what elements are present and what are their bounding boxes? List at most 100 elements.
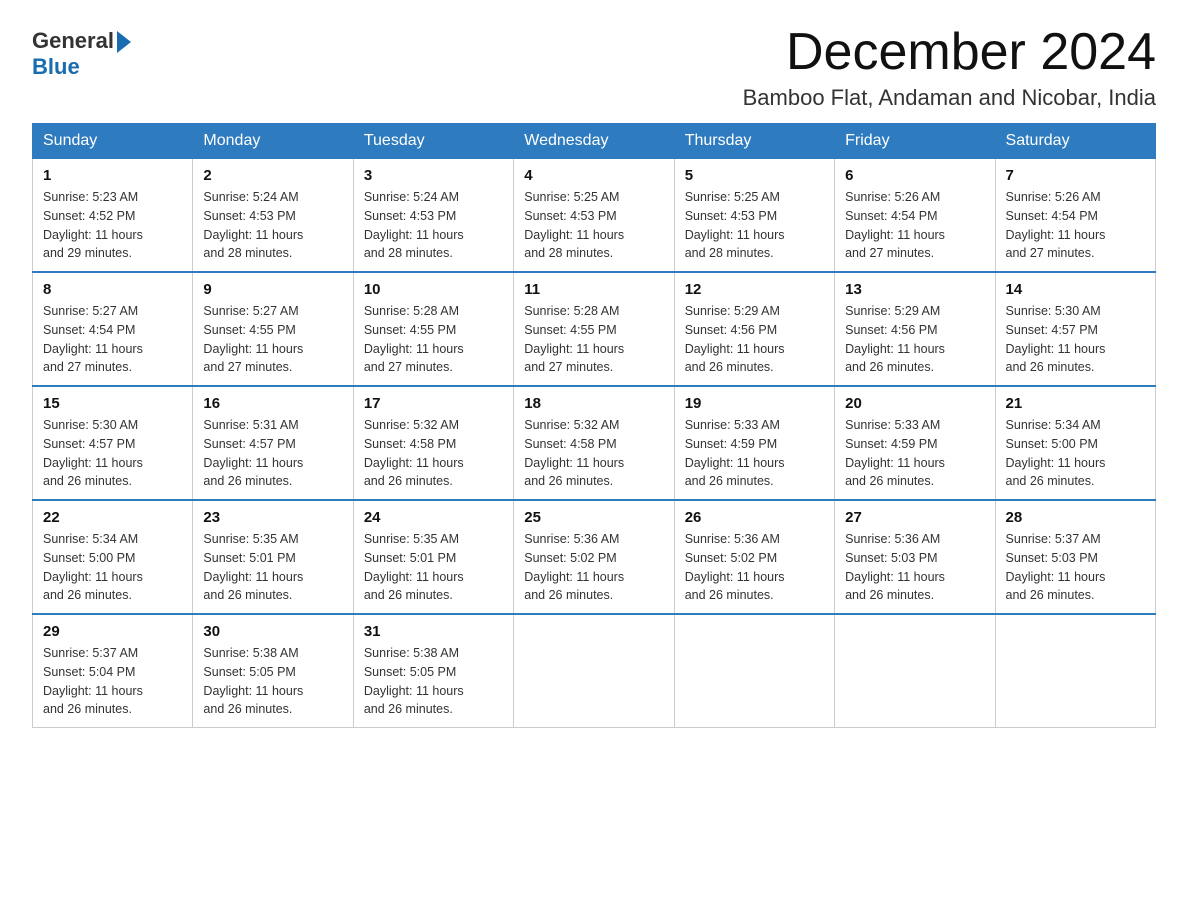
day-info: Sunrise: 5:35 AM Sunset: 5:01 PM Dayligh… <box>364 530 503 605</box>
day-number: 29 <box>43 623 182 640</box>
day-info: Sunrise: 5:29 AM Sunset: 4:56 PM Dayligh… <box>845 302 984 377</box>
calendar-week-row: 29 Sunrise: 5:37 AM Sunset: 5:04 PM Dayl… <box>33 614 1156 728</box>
table-row: 19 Sunrise: 5:33 AM Sunset: 4:59 PM Dayl… <box>674 386 834 500</box>
day-info: Sunrise: 5:28 AM Sunset: 4:55 PM Dayligh… <box>364 302 503 377</box>
day-number: 22 <box>43 509 182 526</box>
day-info: Sunrise: 5:28 AM Sunset: 4:55 PM Dayligh… <box>524 302 663 377</box>
col-wednesday: Wednesday <box>514 124 674 159</box>
table-row: 26 Sunrise: 5:36 AM Sunset: 5:02 PM Dayl… <box>674 500 834 614</box>
logo: General Blue <box>32 24 131 80</box>
day-number: 10 <box>364 281 503 298</box>
col-sunday: Sunday <box>33 124 193 159</box>
calendar-subtitle: Bamboo Flat, Andaman and Nicobar, India <box>743 85 1156 111</box>
day-info: Sunrise: 5:37 AM Sunset: 5:04 PM Dayligh… <box>43 644 182 719</box>
day-info: Sunrise: 5:29 AM Sunset: 4:56 PM Dayligh… <box>685 302 824 377</box>
day-info: Sunrise: 5:25 AM Sunset: 4:53 PM Dayligh… <box>685 188 824 263</box>
day-number: 14 <box>1006 281 1145 298</box>
day-info: Sunrise: 5:33 AM Sunset: 4:59 PM Dayligh… <box>845 416 984 491</box>
day-info: Sunrise: 5:30 AM Sunset: 4:57 PM Dayligh… <box>43 416 182 491</box>
day-info: Sunrise: 5:27 AM Sunset: 4:54 PM Dayligh… <box>43 302 182 377</box>
col-monday: Monday <box>193 124 353 159</box>
day-number: 2 <box>203 167 342 184</box>
table-row: 22 Sunrise: 5:34 AM Sunset: 5:00 PM Dayl… <box>33 500 193 614</box>
day-info: Sunrise: 5:30 AM Sunset: 4:57 PM Dayligh… <box>1006 302 1145 377</box>
day-info: Sunrise: 5:34 AM Sunset: 5:00 PM Dayligh… <box>1006 416 1145 491</box>
table-row: 11 Sunrise: 5:28 AM Sunset: 4:55 PM Dayl… <box>514 272 674 386</box>
day-number: 27 <box>845 509 984 526</box>
day-info: Sunrise: 5:32 AM Sunset: 4:58 PM Dayligh… <box>524 416 663 491</box>
logo-blue-text: Blue <box>32 54 80 79</box>
table-row: 23 Sunrise: 5:35 AM Sunset: 5:01 PM Dayl… <box>193 500 353 614</box>
day-info: Sunrise: 5:36 AM Sunset: 5:02 PM Dayligh… <box>524 530 663 605</box>
day-info: Sunrise: 5:37 AM Sunset: 5:03 PM Dayligh… <box>1006 530 1145 605</box>
day-info: Sunrise: 5:26 AM Sunset: 4:54 PM Dayligh… <box>845 188 984 263</box>
day-number: 16 <box>203 395 342 412</box>
day-info: Sunrise: 5:23 AM Sunset: 4:52 PM Dayligh… <box>43 188 182 263</box>
table-row: 13 Sunrise: 5:29 AM Sunset: 4:56 PM Dayl… <box>835 272 995 386</box>
day-number: 15 <box>43 395 182 412</box>
table-row: 16 Sunrise: 5:31 AM Sunset: 4:57 PM Dayl… <box>193 386 353 500</box>
day-number: 20 <box>845 395 984 412</box>
table-row <box>674 614 834 728</box>
day-info: Sunrise: 5:35 AM Sunset: 5:01 PM Dayligh… <box>203 530 342 605</box>
table-row: 27 Sunrise: 5:36 AM Sunset: 5:03 PM Dayl… <box>835 500 995 614</box>
table-row: 8 Sunrise: 5:27 AM Sunset: 4:54 PM Dayli… <box>33 272 193 386</box>
calendar-title: December 2024 <box>743 24 1156 81</box>
day-number: 12 <box>685 281 824 298</box>
day-number: 18 <box>524 395 663 412</box>
col-saturday: Saturday <box>995 124 1155 159</box>
col-thursday: Thursday <box>674 124 834 159</box>
calendar-week-row: 1 Sunrise: 5:23 AM Sunset: 4:52 PM Dayli… <box>33 159 1156 273</box>
calendar-header-row: Sunday Monday Tuesday Wednesday Thursday… <box>33 124 1156 159</box>
day-info: Sunrise: 5:33 AM Sunset: 4:59 PM Dayligh… <box>685 416 824 491</box>
day-number: 8 <box>43 281 182 298</box>
col-tuesday: Tuesday <box>353 124 513 159</box>
table-row: 2 Sunrise: 5:24 AM Sunset: 4:53 PM Dayli… <box>193 159 353 273</box>
day-number: 30 <box>203 623 342 640</box>
table-row: 6 Sunrise: 5:26 AM Sunset: 4:54 PM Dayli… <box>835 159 995 273</box>
day-number: 23 <box>203 509 342 526</box>
table-row: 14 Sunrise: 5:30 AM Sunset: 4:57 PM Dayl… <box>995 272 1155 386</box>
table-row: 10 Sunrise: 5:28 AM Sunset: 4:55 PM Dayl… <box>353 272 513 386</box>
day-number: 26 <box>685 509 824 526</box>
day-number: 13 <box>845 281 984 298</box>
table-row: 25 Sunrise: 5:36 AM Sunset: 5:02 PM Dayl… <box>514 500 674 614</box>
day-number: 25 <box>524 509 663 526</box>
table-row: 15 Sunrise: 5:30 AM Sunset: 4:57 PM Dayl… <box>33 386 193 500</box>
table-row <box>835 614 995 728</box>
logo-arrow-icon <box>117 31 131 53</box>
calendar-title-area: December 2024 Bamboo Flat, Andaman and N… <box>743 24 1156 111</box>
calendar-week-row: 8 Sunrise: 5:27 AM Sunset: 4:54 PM Dayli… <box>33 272 1156 386</box>
day-number: 24 <box>364 509 503 526</box>
day-number: 11 <box>524 281 663 298</box>
day-number: 4 <box>524 167 663 184</box>
day-number: 17 <box>364 395 503 412</box>
table-row: 21 Sunrise: 5:34 AM Sunset: 5:00 PM Dayl… <box>995 386 1155 500</box>
day-number: 3 <box>364 167 503 184</box>
day-number: 31 <box>364 623 503 640</box>
day-number: 6 <box>845 167 984 184</box>
day-info: Sunrise: 5:38 AM Sunset: 5:05 PM Dayligh… <box>203 644 342 719</box>
table-row: 28 Sunrise: 5:37 AM Sunset: 5:03 PM Dayl… <box>995 500 1155 614</box>
day-info: Sunrise: 5:32 AM Sunset: 4:58 PM Dayligh… <box>364 416 503 491</box>
table-row: 30 Sunrise: 5:38 AM Sunset: 5:05 PM Dayl… <box>193 614 353 728</box>
day-number: 9 <box>203 281 342 298</box>
day-number: 19 <box>685 395 824 412</box>
day-info: Sunrise: 5:34 AM Sunset: 5:00 PM Dayligh… <box>43 530 182 605</box>
table-row: 4 Sunrise: 5:25 AM Sunset: 4:53 PM Dayli… <box>514 159 674 273</box>
page-header: General Blue December 2024 Bamboo Flat, … <box>32 24 1156 111</box>
table-row: 12 Sunrise: 5:29 AM Sunset: 4:56 PM Dayl… <box>674 272 834 386</box>
calendar-table: Sunday Monday Tuesday Wednesday Thursday… <box>32 123 1156 728</box>
table-row: 31 Sunrise: 5:38 AM Sunset: 5:05 PM Dayl… <box>353 614 513 728</box>
table-row: 3 Sunrise: 5:24 AM Sunset: 4:53 PM Dayli… <box>353 159 513 273</box>
table-row: 9 Sunrise: 5:27 AM Sunset: 4:55 PM Dayli… <box>193 272 353 386</box>
day-info: Sunrise: 5:36 AM Sunset: 5:03 PM Dayligh… <box>845 530 984 605</box>
table-row: 20 Sunrise: 5:33 AM Sunset: 4:59 PM Dayl… <box>835 386 995 500</box>
day-number: 1 <box>43 167 182 184</box>
table-row: 7 Sunrise: 5:26 AM Sunset: 4:54 PM Dayli… <box>995 159 1155 273</box>
table-row: 17 Sunrise: 5:32 AM Sunset: 4:58 PM Dayl… <box>353 386 513 500</box>
day-info: Sunrise: 5:27 AM Sunset: 4:55 PM Dayligh… <box>203 302 342 377</box>
table-row: 18 Sunrise: 5:32 AM Sunset: 4:58 PM Dayl… <box>514 386 674 500</box>
table-row: 29 Sunrise: 5:37 AM Sunset: 5:04 PM Dayl… <box>33 614 193 728</box>
day-info: Sunrise: 5:36 AM Sunset: 5:02 PM Dayligh… <box>685 530 824 605</box>
